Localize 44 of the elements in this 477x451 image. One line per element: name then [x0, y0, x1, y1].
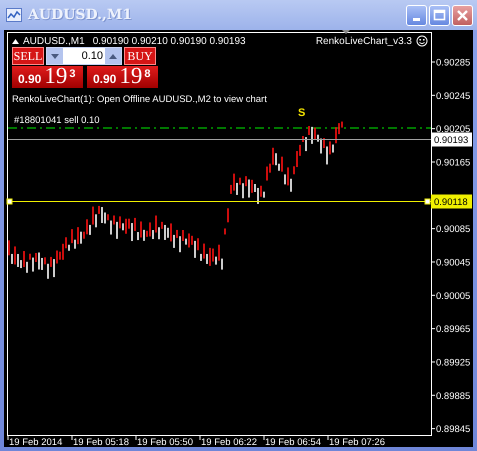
- smiley-icon: [416, 35, 428, 47]
- horizontal-level-line[interactable]: [6, 198, 432, 204]
- time-axis-label: 19 Feb 06:22: [201, 437, 257, 447]
- status-message: RenkoLiveChart(1): Open Offline AUDUSD.,M2 to view chart: [12, 94, 267, 105]
- price-axis-label: 0.90285: [436, 58, 470, 68]
- collapse-triangle-icon[interactable]: [12, 38, 19, 44]
- order-line[interactable]: [8, 127, 431, 129]
- window-title: AUDUSD.,M1: [28, 6, 132, 24]
- time-axis-label: 19 Feb 05:18: [73, 437, 129, 447]
- order-label: #18801041 sell 0.10: [14, 115, 100, 126]
- sell-button[interactable]: SELL: [12, 47, 44, 65]
- price-axis-label: 0.90205: [436, 124, 470, 136]
- price-axis-label: 0.90245: [436, 90, 470, 102]
- time-axis-label: 19 Feb 07:26: [329, 437, 385, 447]
- price-axis-label: 0.90165: [436, 158, 470, 168]
- app-icon: [6, 8, 22, 22]
- price-axis-label: 0.89885: [436, 390, 470, 402]
- signal-marker: S: [298, 107, 306, 119]
- time-axis-label: 19 Feb 06:54: [265, 437, 321, 447]
- maximize-button[interactable]: [429, 4, 450, 26]
- caret-up-icon: [109, 54, 117, 58]
- lot-down-button[interactable]: [47, 48, 63, 64]
- price-axis-label: 0.89965: [436, 324, 470, 336]
- buy-button[interactable]: BUY: [124, 47, 156, 65]
- price-axis-label: 0.90085: [436, 224, 470, 236]
- symbol-label: AUDUSD.,M1: [23, 36, 85, 46]
- close-button[interactable]: [452, 4, 473, 26]
- lot-up-button[interactable]: [105, 48, 121, 64]
- time-axis-label: 19 Feb 05:50: [137, 437, 193, 447]
- time-axis-label: 19 Feb 2014: [9, 437, 62, 447]
- caret-down-icon: [51, 54, 59, 58]
- minimize-icon: [413, 18, 420, 20]
- price-tag: 0.90118: [431, 194, 472, 208]
- maximize-icon: [433, 9, 446, 21]
- indicator-name: RenkoLiveChart_v3.3: [316, 36, 412, 46]
- price-axis-label: 0.89845: [436, 424, 470, 436]
- close-icon: [456, 8, 469, 22]
- price-axis-label: 0.90045: [436, 257, 470, 268]
- price-axis-label: 0.90005: [436, 290, 470, 302]
- lot-size-field[interactable]: 0.10: [63, 48, 105, 64]
- ohlc-values: 0.90190 0.90210 0.90190 0.90193: [92, 36, 246, 46]
- minimize-button[interactable]: [406, 4, 427, 26]
- price-tag: 0.90193: [431, 132, 472, 146]
- price-axis-label: 0.89925: [436, 357, 470, 368]
